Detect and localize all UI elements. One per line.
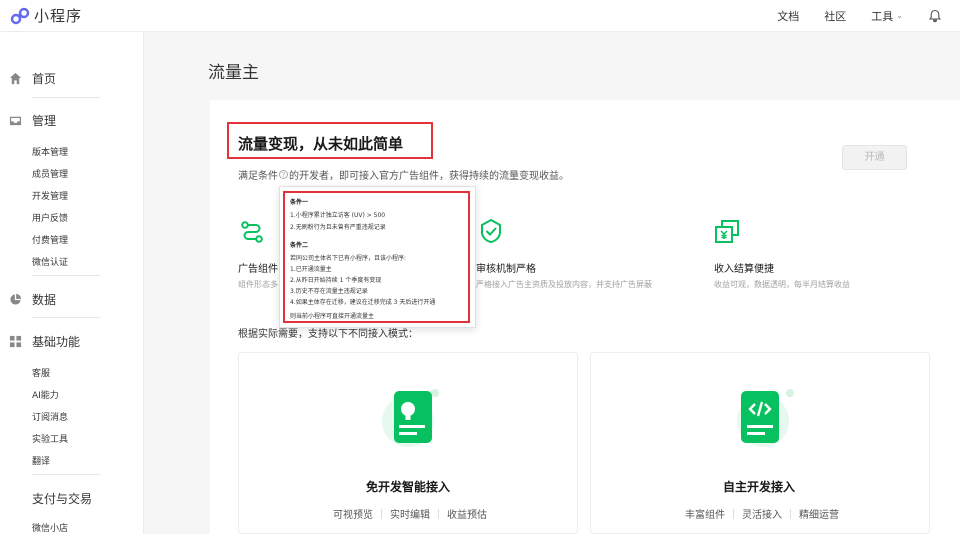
money-icon <box>715 220 739 243</box>
home-icon <box>9 72 21 85</box>
sidebar-item-lab[interactable]: 实验工具 <box>32 432 68 445</box>
sidebar-divider <box>32 97 100 98</box>
tools-menu[interactable]: 工具 ⌄ <box>871 8 903 24</box>
sidebar-item-home[interactable]: 首页 <box>8 70 56 87</box>
sidebar: 首页 管理 版本管理 成员管理 开发管理 用户反馈 付费管理 微信认证 数据 基… <box>0 32 144 534</box>
feature-income-desc: 收益可观，数据透明，每半月结算收益 <box>714 280 850 289</box>
mode-tag: 实时编辑 <box>390 510 430 521</box>
grid-icon <box>9 335 21 348</box>
desc-suffix: 的开发者，即可接入官方广告组件，获得持续的流量变现收益。 <box>289 171 569 182</box>
chevron-down-icon: ⌄ <box>896 11 903 20</box>
mode-tag: 可视预览 <box>333 510 373 521</box>
code-icon <box>737 389 794 447</box>
sidebar-item-manage[interactable]: 管理 <box>8 112 56 129</box>
sidebar-item-label: 首页 <box>32 72 57 86</box>
sidebar-divider <box>32 275 100 276</box>
inbox-icon <box>9 116 21 126</box>
feature-review-title: 审核机制严格 <box>476 264 536 275</box>
tools-label: 工具 <box>871 9 894 23</box>
sidebar-item-service[interactable]: 客服 <box>32 366 50 379</box>
sidebar-item-subscribe[interactable]: 订阅消息 <box>32 410 68 423</box>
sidebar-item-data[interactable]: 数据 <box>8 291 56 308</box>
description: 满足条件 ? 的开发者，即可接入官方广告组件，获得持续的流量变现收益。 <box>238 167 569 182</box>
sidebar-item-pay[interactable]: 支付与交易 <box>32 490 92 507</box>
sidebar-item-members[interactable]: 成员管理 <box>32 167 68 180</box>
mode-no-code-tags: 可视预览 实时编辑 收益预估 <box>333 506 487 521</box>
logo[interactable]: 小程序 <box>10 5 82 26</box>
shield-check-icon <box>481 218 501 244</box>
notification-bell[interactable]: 6 <box>928 9 942 23</box>
top-bar: 小程序 文档 社区 工具 ⌄ 6 <box>0 0 960 32</box>
mode-tag: 灵活接入 <box>742 510 782 521</box>
sidebar-item-label: 支付与交易 <box>32 492 93 506</box>
mode-tag: 丰富组件 <box>685 510 725 521</box>
pie-chart-icon <box>9 293 21 305</box>
sidebar-item-dev[interactable]: 开发管理 <box>32 189 68 202</box>
feature-income-title: 收入结算便捷 <box>714 264 774 275</box>
sidebar-item-payment[interactable]: 付费管理 <box>32 233 68 246</box>
feature-ad-desc: 组件形态多 <box>238 280 278 289</box>
miniprogram-logo-icon <box>10 7 30 24</box>
sidebar-divider <box>32 317 100 318</box>
feature-review-desc: 严格接入广告主资质及投放内容，并支持广告屏蔽 <box>476 280 652 289</box>
desc-prefix: 满足条件 <box>238 171 278 182</box>
sidebar-item-label: 数据 <box>32 293 57 307</box>
feature-ad-title: 广告组件 <box>238 264 278 275</box>
mode-tag: 精细运营 <box>799 510 839 521</box>
sidebar-item-label: 管理 <box>32 114 57 128</box>
sidebar-item-label: 基础功能 <box>32 335 81 349</box>
mode-custom-title: 自主开发接入 <box>723 480 796 494</box>
bulb-icon <box>382 389 439 447</box>
sidebar-item-certify[interactable]: 微信认证 <box>32 255 68 268</box>
sidebar-item-feedback[interactable]: 用户反馈 <box>32 211 68 224</box>
page-title: 流量主 <box>208 63 259 83</box>
bell-icon <box>928 9 942 22</box>
headline-highlight <box>227 122 433 159</box>
mode-no-code-title: 免开发智能接入 <box>366 480 451 494</box>
help-icon[interactable]: ? <box>279 170 288 179</box>
sidebar-item-version[interactable]: 版本管理 <box>32 145 68 158</box>
community-link[interactable]: 社区 <box>824 8 846 24</box>
sidebar-item-shop[interactable]: 微信小店 <box>32 521 68 534</box>
mode-tag: 收益预估 <box>447 510 487 521</box>
popover-highlight <box>283 191 470 323</box>
open-button[interactable]: 开通 <box>842 145 907 170</box>
sidebar-item-basic[interactable]: 基础功能 <box>8 333 80 350</box>
mode-custom-tags: 丰富组件 灵活接入 精细运营 <box>685 506 839 521</box>
sidebar-item-translate[interactable]: 翻译 <box>32 454 50 467</box>
docs-link[interactable]: 文档 <box>777 8 799 24</box>
sidebar-item-ai[interactable]: AI能力 <box>32 388 59 401</box>
sidebar-divider <box>32 474 100 475</box>
route-icon <box>241 221 263 243</box>
app-name: 小程序 <box>34 7 83 25</box>
